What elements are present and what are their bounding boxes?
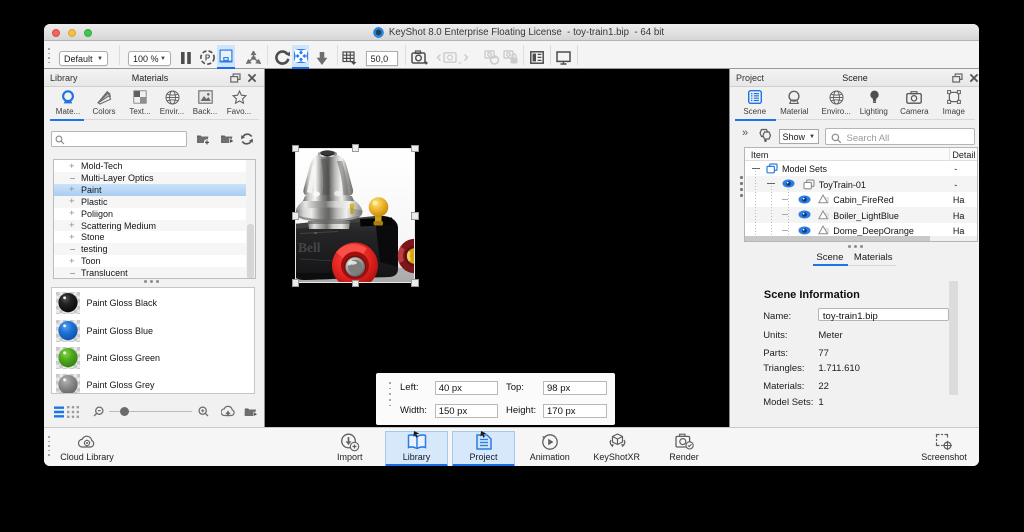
svg-text:P: P bbox=[204, 54, 210, 63]
